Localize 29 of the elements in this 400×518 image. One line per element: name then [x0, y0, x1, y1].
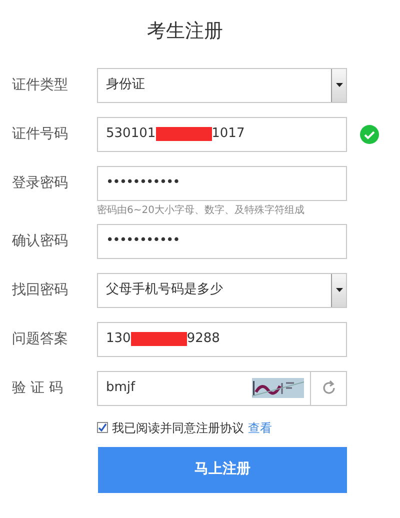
input-field[interactable]: 530101 1017 — [97, 116, 347, 152]
field-value: 9288 — [186, 330, 220, 348]
input-field[interactable]: bmjf — [97, 370, 311, 406]
field-value: 530101 — [106, 125, 156, 144]
field-value: 130 — [106, 330, 131, 348]
field-label: 证件类型 — [11, 76, 69, 94]
field-value: 1017 — [212, 125, 245, 144]
field-label: 验 证 码 — [11, 378, 64, 398]
field-label: 登录密码 — [11, 174, 69, 192]
input-field[interactable]: ••••••••••• — [97, 224, 347, 258]
field-label: 找回密码 — [11, 280, 69, 300]
input-field[interactable]: ••••••••••• — [97, 166, 347, 200]
input-field[interactable]: 130 9288 — [97, 322, 347, 356]
dropdown[interactable]: 身份证 — [97, 68, 347, 102]
field-value: ••••••••••• — [106, 232, 180, 250]
page-title: 考生注册 — [146, 19, 224, 44]
dropdown-value: 父母手机号码是多少 — [106, 281, 223, 300]
agreement-text: 我已阅读并同意注册协议 — [112, 420, 244, 436]
dropdown-value: 身份证 — [106, 76, 145, 94]
refresh-icon[interactable] — [311, 370, 347, 406]
field-value: bmjf — [106, 379, 136, 398]
field-label: 确认密码 — [11, 232, 69, 250]
field-label: 问题答案 — [11, 330, 69, 348]
checkbox[interactable] — [97, 422, 108, 433]
view-link[interactable]: 查看 — [248, 418, 272, 436]
helper-text: 密码由6~20大小字母、数字、及特殊字符组成 — [97, 204, 306, 218]
dropdown[interactable]: 父母手机号码是多少 — [97, 272, 347, 308]
field-value: ••••••••••• — [106, 174, 180, 192]
field-label: 证件号码 — [11, 124, 69, 144]
